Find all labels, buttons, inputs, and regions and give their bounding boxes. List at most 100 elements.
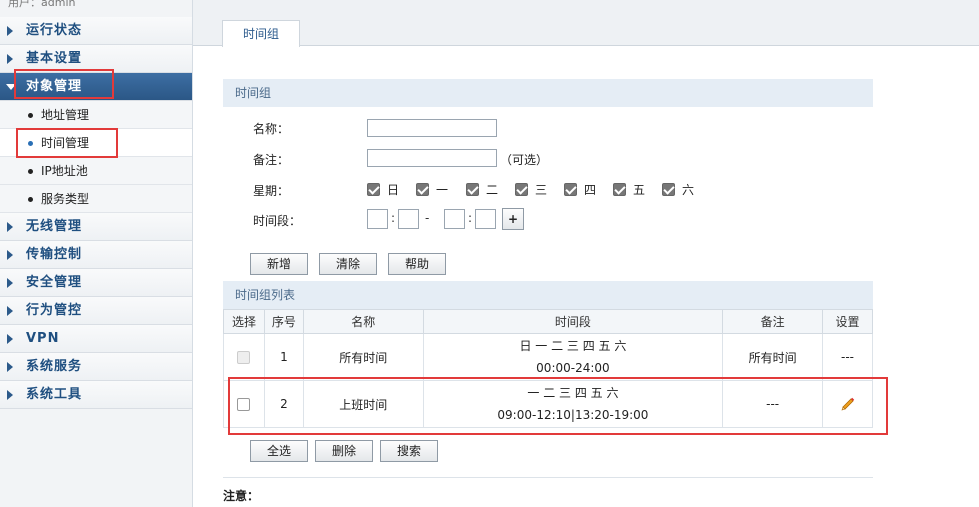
notice-label: 注意： [223, 489, 260, 503]
arrow-right-icon [7, 306, 13, 316]
menu-item-security[interactable]: 安全管理 [0, 269, 192, 297]
day-label: 一 [436, 182, 449, 197]
clear-button[interactable]: 清除 [319, 253, 377, 275]
row-remark: 所有时间 [722, 333, 824, 381]
row-select-cell [223, 333, 265, 381]
day-checkbox-sun[interactable]: 日 [367, 181, 399, 197]
section-header-time-group-list: 时间组列表 [223, 281, 873, 309]
remark-input[interactable] [367, 149, 497, 167]
period-label: 时间段： [253, 214, 302, 228]
tab-time-group[interactable]: 时间组 [222, 20, 300, 47]
day-checkbox-sat[interactable]: 六 [662, 181, 694, 197]
arrow-right-icon [7, 222, 13, 232]
divider [223, 477, 873, 478]
colon-separator: : [391, 211, 396, 225]
menu-item-vpn[interactable]: VPN [0, 325, 192, 353]
column-header: 序号 [263, 309, 304, 334]
day-checkbox-fri[interactable]: 五 [613, 181, 645, 197]
week-label: 星期： [253, 184, 290, 198]
start-hour-input[interactable] [367, 209, 388, 229]
arrow-right-icon [7, 54, 13, 64]
day-label: 日 [387, 182, 400, 197]
menu-item-status[interactable]: 运行状态 [0, 17, 192, 45]
menu-item-transfer-control[interactable]: 传输控制 [0, 241, 192, 269]
arrow-right-icon [7, 278, 13, 288]
row-time: 00:00-24:00 [536, 361, 610, 375]
submenu-label: IP地址池 [41, 164, 88, 178]
column-header: 名称 [302, 309, 424, 334]
arrow-right-icon [7, 26, 13, 36]
menu-label: 运行状态 [26, 23, 83, 38]
menu-item-system-services[interactable]: 系统服务 [0, 353, 192, 381]
submenu-label: 地址管理 [41, 108, 90, 122]
menu-label: 无线管理 [26, 219, 83, 234]
day-label: 六 [682, 182, 695, 197]
arrow-right-icon [7, 390, 13, 400]
menu-label: 基本设置 [26, 51, 83, 66]
menu-label: 系统服务 [26, 359, 83, 374]
submenu-item-address[interactable]: 地址管理 [0, 101, 192, 129]
arrow-right-icon [7, 362, 13, 372]
end-hour-input[interactable] [444, 209, 465, 229]
table-row: 1 所有时间 日 一 二 三 四 五 六 00:00-24:00 所有时间 --- [223, 333, 873, 381]
menu-label: 系统工具 [26, 387, 83, 402]
submenu-item-ip-pool[interactable]: IP地址池 [0, 157, 192, 185]
day-label: 三 [535, 182, 548, 197]
select-all-button[interactable]: 全选 [250, 440, 308, 462]
day-label: 四 [584, 182, 597, 197]
row-settings: --- [822, 333, 873, 381]
dash-separator: - [425, 211, 430, 225]
arrow-right-icon [7, 334, 13, 344]
checkbox-checked-icon [564, 182, 577, 196]
day-checkbox-wed[interactable]: 三 [515, 181, 547, 197]
menu-label: 行为管控 [26, 303, 83, 318]
menu-label: VPN [26, 331, 60, 346]
day-checkbox-mon[interactable]: 一 [416, 181, 448, 197]
highlight-box-submenu [16, 128, 118, 158]
add-period-button[interactable]: + [502, 208, 524, 230]
end-minute-input[interactable] [475, 209, 496, 229]
name-input[interactable] [367, 119, 497, 137]
checkbox-checked-icon [662, 182, 675, 196]
checkbox-checked-icon [613, 182, 626, 196]
arrow-right-icon [7, 250, 13, 260]
table-header-row: 选择 序号 名称 时间段 备注 设置 [223, 309, 873, 334]
add-button[interactable]: 新增 [250, 253, 308, 275]
bullet-icon [28, 113, 33, 118]
highlight-box-row [228, 377, 888, 435]
start-minute-input[interactable] [398, 209, 419, 229]
menu-item-system-tools[interactable]: 系统工具 [0, 381, 192, 409]
day-checkbox-tue[interactable]: 二 [466, 181, 498, 197]
name-label: 名称： [253, 122, 290, 136]
current-user: 用户：admin [8, 0, 76, 9]
checkbox-checked-icon [466, 182, 479, 196]
search-button[interactable]: 搜索 [380, 440, 438, 462]
row-checkbox-disabled [237, 351, 251, 364]
delete-button[interactable]: 删除 [315, 440, 373, 462]
optional-hint: （可选） [500, 153, 549, 167]
bullet-icon [28, 197, 33, 202]
column-header: 选择 [223, 309, 265, 334]
column-header: 时间段 [422, 309, 724, 334]
colon-separator: : [468, 211, 473, 225]
help-button[interactable]: 帮助 [388, 253, 446, 275]
menu-item-wireless[interactable]: 无线管理 [0, 213, 192, 241]
tab-bar: 时间组 [193, 0, 979, 47]
menu-label: 传输控制 [26, 247, 83, 262]
submenu-label: 服务类型 [41, 192, 90, 206]
row-index: 1 [263, 333, 304, 381]
menu-label: 安全管理 [26, 275, 83, 290]
menu-item-behavior-control[interactable]: 行为管控 [0, 297, 192, 325]
submenu-item-service-type[interactable]: 服务类型 [0, 185, 192, 213]
day-label: 二 [486, 182, 499, 197]
column-header: 设置 [822, 309, 873, 334]
checkbox-checked-icon [416, 182, 429, 196]
row-name: 所有时间 [302, 333, 424, 381]
row-days: 日 一 二 三 四 五 六 [519, 339, 627, 353]
column-header: 备注 [722, 309, 824, 334]
day-checkbox-thu[interactable]: 四 [564, 181, 596, 197]
day-label: 五 [633, 182, 646, 197]
remark-label: 备注： [253, 153, 290, 167]
highlight-box-menu [14, 69, 114, 99]
row-period: 日 一 二 三 四 五 六 00:00-24:00 [422, 333, 724, 381]
